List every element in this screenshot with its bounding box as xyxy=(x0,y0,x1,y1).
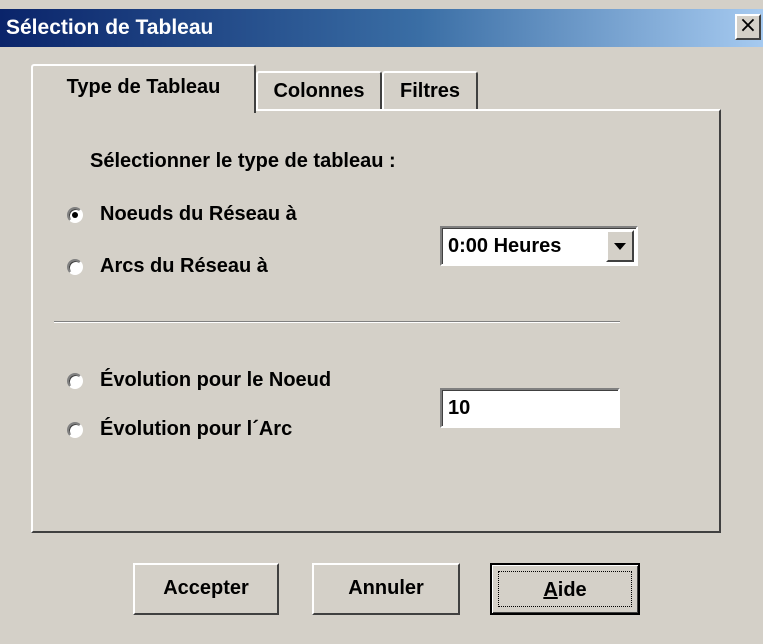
tab-label: Type de Tableau xyxy=(66,76,221,98)
close-icon: × xyxy=(738,13,758,38)
tab-label: Colonnes xyxy=(273,80,365,102)
accept-button[interactable]: Accepter xyxy=(133,563,279,615)
title-bar[interactable]: Sélection de Tableau × xyxy=(0,9,763,47)
tab-type-de-tableau[interactable]: Type de Tableau xyxy=(31,64,256,113)
cancel-button[interactable]: Annuler xyxy=(312,563,460,615)
tab-panel xyxy=(31,109,721,533)
accept-button-label: Accepter xyxy=(163,577,249,599)
tab-label: Filtres xyxy=(399,80,461,102)
window-title: Sélection de Tableau xyxy=(6,16,214,39)
cancel-button-label: Annuler xyxy=(348,577,424,599)
help-button[interactable]: Aide xyxy=(490,563,640,615)
tab-colonnes[interactable]: Colonnes xyxy=(256,71,382,111)
help-mnemonic: A xyxy=(543,579,558,601)
focus-rect: Aide xyxy=(498,571,632,607)
tab-filtres[interactable]: Filtres xyxy=(382,71,478,111)
close-button[interactable]: × xyxy=(735,14,761,40)
dialog-window: Sélection de Tableau × Type de Tableau C… xyxy=(0,0,763,644)
help-button-label: ide xyxy=(557,579,587,601)
